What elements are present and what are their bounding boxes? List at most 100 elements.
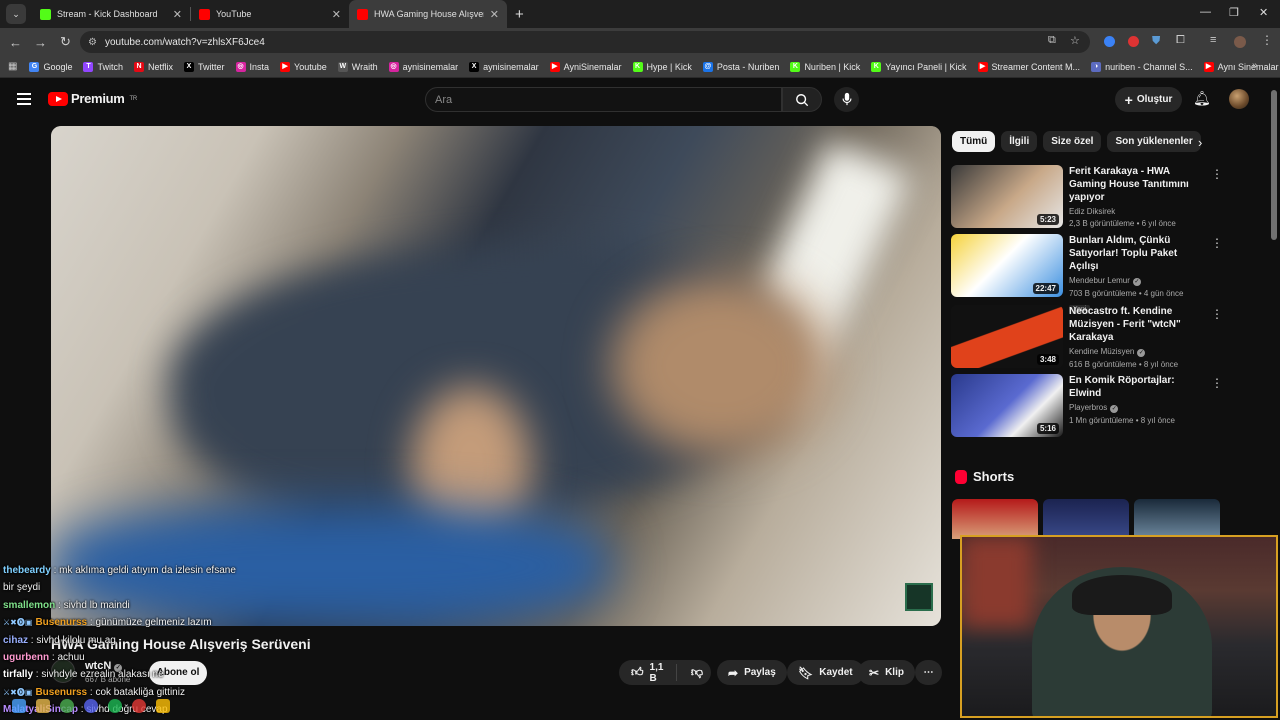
video-thumbnail[interactable]: 22:47 <box>951 234 1063 297</box>
video-thumbnail[interactable]: 5:16 <box>951 374 1063 437</box>
extensions-puzzle-icon[interactable]: ⧠ <box>1176 34 1185 47</box>
search-button[interactable] <box>782 87 822 112</box>
like-button[interactable]: 👍︎ 1,1 B <box>619 662 677 684</box>
bookmark-item[interactable]: Xaynisinemalar <box>469 61 539 72</box>
reload-icon[interactable]: ↻ <box>53 34 78 50</box>
bookmark-item[interactable]: N Netflix <box>134 61 173 72</box>
more-actions-button[interactable]: ⋯ <box>915 660 942 685</box>
filter-chip[interactable]: Tümü <box>952 131 996 152</box>
chat-username[interactable]: ugurbenn <box>3 652 49 663</box>
apps-grid-icon[interactable]: ▦ <box>8 61 17 72</box>
bookmark-item[interactable]: ▶ Streamer Content M... <box>977 61 1080 72</box>
cast-icon[interactable]: ⧉ <box>1048 34 1056 47</box>
bookmark-item[interactable]: W Wraith <box>337 61 378 72</box>
profile-avatar[interactable] <box>1234 36 1246 48</box>
recommended-video[interactable]: 5:23 Ferit Karakaya - HWA Gaming House Ta… <box>951 165 1271 230</box>
chevron-right-icon[interactable]: › <box>1198 135 1202 150</box>
channel-watermark-icon[interactable] <box>905 583 933 611</box>
bookmark-star-icon[interactable]: ☆ <box>1070 34 1080 47</box>
close-tab-icon[interactable]: ✕ <box>173 8 182 21</box>
bookmark-item[interactable]: K Hype | Kick <box>632 61 692 72</box>
account-avatar[interactable] <box>1229 89 1249 109</box>
bookmark-item[interactable]: ◑ nuriben - Channel S... <box>1091 61 1193 72</box>
tab-search-button[interactable]: ⌄ <box>6 4 26 24</box>
recommended-channel[interactable]: Kendine Müzisyen ✓ <box>1069 347 1209 357</box>
short-thumbnail[interactable] <box>1134 499 1220 539</box>
bookmark-item[interactable]: X Twitter <box>184 61 225 72</box>
browser-menu-icon[interactable]: ⋮ <box>1261 33 1273 47</box>
save-button[interactable]: 🔖︎ Kaydet <box>787 660 864 685</box>
menu-icon[interactable] <box>17 93 31 105</box>
short-thumbnail[interactable] <box>1043 499 1129 539</box>
video-player[interactable] <box>51 126 941 626</box>
recommended-channel[interactable]: Playerbros ✓ <box>1069 403 1209 413</box>
bookmark-item[interactable]: @ Posta - Nuriben <box>702 61 779 72</box>
video-thumbnail[interactable]: 3:48 <box>951 305 1063 368</box>
minimize-icon[interactable]: — <box>1200 6 1211 18</box>
url-bar[interactable]: ⚙ youtube.com/watch?v=zhlsXF6Jce4 <box>80 31 1090 53</box>
bookmark-item[interactable]: ▶ AyniSinemalar <box>549 61 622 72</box>
file-explorer-icon[interactable] <box>36 699 50 713</box>
more-bookmarks-icon[interactable]: » <box>1252 60 1258 71</box>
shield-extension-icon[interactable]: ⛊ <box>1152 35 1160 48</box>
bookmark-item[interactable]: ◎ aynisinemalar <box>388 61 458 72</box>
bookmark-item[interactable]: K Yayıncı Paneli | Kick <box>871 61 967 72</box>
more-vertical-icon[interactable]: ⋮ <box>1211 236 1223 250</box>
dislike-button[interactable]: 👎︎ <box>683 665 711 680</box>
video-thumbnail[interactable]: 5:23 <box>951 165 1063 228</box>
bookmark-item[interactable]: ◎ Insta <box>235 61 269 72</box>
start-icon[interactable] <box>12 699 26 713</box>
chat-username[interactable]: smallemon <box>3 600 55 611</box>
recommended-video[interactable]: 5:16 En Komik Röportajlar: Elwind Playerbr… <box>951 374 1271 439</box>
recommended-title[interactable]: En Komik Röportajlar: Elwind <box>1069 374 1209 400</box>
short-thumbnail[interactable] <box>952 499 1038 539</box>
reading-list-icon[interactable]: ≡ <box>1210 34 1216 46</box>
discord-icon[interactable] <box>84 699 98 713</box>
chat-username[interactable]: tirfally <box>3 669 33 680</box>
restore-icon[interactable]: ❐ <box>1229 6 1239 19</box>
forward-icon[interactable]: → <box>28 35 53 50</box>
app-icon[interactable] <box>156 699 170 713</box>
youtube-premium-logo[interactable]: Premium TR <box>48 91 137 106</box>
close-tab-icon[interactable]: ✕ <box>332 8 341 21</box>
more-vertical-icon[interactable]: ⋮ <box>1211 307 1223 321</box>
close-tab-icon[interactable]: ✕ <box>490 8 499 21</box>
chat-username[interactable]: Busenurss <box>35 617 87 628</box>
filter-chip[interactable]: Son yüklenenler <box>1107 131 1201 152</box>
voice-search-button[interactable] <box>834 87 859 112</box>
more-vertical-icon[interactable]: ⋮ <box>1211 376 1223 390</box>
chrome-icon[interactable] <box>60 699 74 713</box>
tab-hwa-video[interactable]: HWA Gaming House Alışveriş Se ✕ <box>349 0 507 28</box>
recommended-title[interactable]: Ferit Karakaya - HWA Gaming House Tanıtı… <box>1069 165 1209 204</box>
chat-username[interactable]: cihaz <box>3 635 28 646</box>
tab-kick-dashboard[interactable]: Stream - Kick Dashboard ✕ <box>32 0 190 28</box>
tab-youtube[interactable]: YouTube ✕ <box>191 0 349 28</box>
recommended-video[interactable]: 22:47 Bunları Aldım, Çünkü Satıyorlar! To… <box>951 234 1271 314</box>
recommended-channel[interactable]: Mendebur Lemur ✓ <box>1069 276 1209 286</box>
extension-icon[interactable] <box>1104 36 1115 47</box>
spotify-icon[interactable] <box>108 699 122 713</box>
recommended-title[interactable]: Bunları Aldım, Çünkü Satıyorlar! Toplu P… <box>1069 234 1209 273</box>
app-icon[interactable] <box>132 699 146 713</box>
bookmark-item[interactable]: T Twitch <box>83 61 123 72</box>
new-tab-button[interactable]: + <box>515 6 524 23</box>
filter-chip[interactable]: Size özel <box>1043 131 1102 152</box>
page-scrollbar[interactable] <box>1271 90 1277 240</box>
recommended-title[interactable]: Neocastro ft. Kendine Müzisyen - Ferit "… <box>1069 305 1209 344</box>
close-window-icon[interactable]: ✕ <box>1259 6 1268 19</box>
filter-chip[interactable]: İlgili <box>1001 131 1038 152</box>
clip-button[interactable]: ✂ Klip <box>858 660 915 685</box>
bookmark-item[interactable]: ▶Aynı Sinemalar - Ça... <box>1203 61 1280 72</box>
site-info-icon[interactable]: ⚙ <box>88 37 97 48</box>
recommended-channel[interactable]: Ediz Diksirek <box>1069 207 1209 216</box>
bookmark-item[interactable]: K Nuriben | Kick <box>790 61 860 72</box>
create-button[interactable]: + Oluştur <box>1115 87 1182 112</box>
notifications-bell-icon[interactable]: 🔔︎ <box>1193 90 1211 107</box>
extension-icon[interactable] <box>1128 36 1139 47</box>
search-input[interactable]: Ara <box>425 87 782 112</box>
chat-username[interactable]: thebeardy <box>3 565 51 576</box>
bookmark-item[interactable]: ▶ Youtube <box>280 61 327 72</box>
more-vertical-icon[interactable]: ⋮ <box>1211 167 1223 181</box>
share-button[interactable]: ➦ Paylaş <box>717 660 787 685</box>
bookmark-item[interactable]: G Google <box>29 61 72 72</box>
